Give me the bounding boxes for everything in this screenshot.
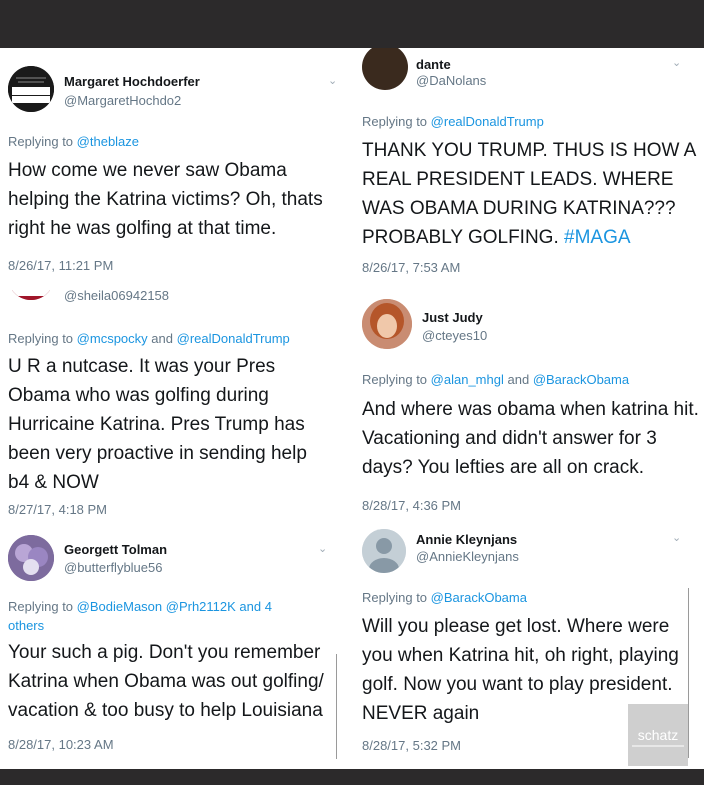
tweet-text: And where was obama when katrina hit. Va… xyxy=(362,399,699,478)
reply-mention-link[interactable]: @BarackObama xyxy=(431,590,527,605)
column-divider xyxy=(336,654,337,759)
avatar-image xyxy=(8,66,54,112)
reply-mention-link[interactable]: @mcspocky xyxy=(77,331,148,346)
chevron-down-icon[interactable]: ⌄ xyxy=(672,531,681,544)
tweet-timestamp[interactable]: 8/28/17, 10:23 AM xyxy=(8,737,114,752)
avatar[interactable] xyxy=(362,299,412,349)
tweet-text: U R a nutcase. It was your Pres Obama wh… xyxy=(8,356,307,493)
reply-mention-link[interactable]: @realDonaldTrump xyxy=(431,114,544,129)
tweet-timestamp[interactable]: 8/26/17, 7:53 AM xyxy=(362,260,460,275)
avatar[interactable] xyxy=(8,535,54,581)
tweet-card[interactable]: dante @DaNolans ⌄ Replying to @realDonal… xyxy=(352,48,704,288)
tweet-card[interactable]: Georgett Tolman @butterflyblue56 ⌄ Reply… xyxy=(0,530,350,769)
reply-context: Replying to @BodieMason @Prh2112K and 4 … xyxy=(8,597,308,635)
tweet-timestamp[interactable]: 8/28/17, 4:36 PM xyxy=(362,498,461,513)
reply-context: Replying to @theblaze xyxy=(8,132,338,151)
reply-prefix: Replying to xyxy=(362,590,428,605)
hashtag-link[interactable]: #MAGA xyxy=(564,227,631,248)
display-name[interactable]: Georgett Tolman xyxy=(64,542,167,557)
display-name[interactable]: Margaret Hochdoerfer xyxy=(64,74,200,89)
watermark-art: schatz xyxy=(628,704,688,766)
reply-mention-link[interactable]: @realDonaldTrump xyxy=(177,331,290,346)
reply-joiner: and xyxy=(151,331,173,346)
tweet-timestamp[interactable]: 8/26/17, 11:21 PM xyxy=(8,258,113,273)
tweet-text: How come we never saw Obama helping the … xyxy=(8,160,323,239)
user-handle[interactable]: @MargaretHochdo2 xyxy=(64,93,181,108)
reply-prefix: Replying to xyxy=(362,372,428,387)
user-handle[interactable]: @AnnieKleynjans xyxy=(416,549,519,564)
screenshot-collage: Margaret Hochdoerfer @MargaretHochdo2 ⌄ … xyxy=(0,48,704,769)
avatar-image xyxy=(362,299,412,349)
column-divider xyxy=(688,588,689,758)
tweet-card[interactable]: Just Judy @cteyes10 Replying to @alan_mh… xyxy=(352,288,704,526)
avatar[interactable] xyxy=(8,66,54,112)
watermark: schatz xyxy=(628,704,688,766)
chevron-down-icon[interactable]: ⌄ xyxy=(318,542,327,555)
tweet-timestamp[interactable]: 8/27/17, 4:18 PM xyxy=(8,502,107,517)
avatar[interactable] xyxy=(362,48,408,90)
tweet-text-content: THANK YOU TRUMP. THUS IS HOW A REAL PRES… xyxy=(362,140,696,248)
chevron-down-icon[interactable]: ⌄ xyxy=(328,74,337,87)
tweet-card[interactable]: Margaret Hochdoerfer @MargaretHochdo2 ⌄ … xyxy=(0,58,350,288)
reply-context: Replying to @realDonaldTrump xyxy=(362,112,692,131)
default-avatar-icon[interactable] xyxy=(362,529,406,573)
tweet-timestamp[interactable]: 8/28/17, 5:32 PM xyxy=(362,738,461,753)
display-name[interactable]: Annie Kleynjans xyxy=(416,532,517,547)
display-name[interactable]: dante xyxy=(416,57,451,72)
tweet-text: THANK YOU TRUMP. THUS IS HOW A REAL PRES… xyxy=(362,136,697,252)
watermark-text: schatz xyxy=(638,727,678,743)
reply-prefix: Replying to xyxy=(8,599,74,614)
reply-context: Replying to @BarackObama xyxy=(362,588,692,607)
user-handle[interactable]: @butterflyblue56 xyxy=(64,560,162,575)
avatar-image xyxy=(8,535,54,581)
user-handle[interactable]: @cteyes10 xyxy=(422,328,487,343)
reply-joiner: and xyxy=(507,372,530,387)
chevron-down-icon[interactable]: ⌄ xyxy=(672,56,681,69)
user-handle[interactable]: @sheila06942158 xyxy=(64,290,169,303)
reply-prefix: Replying to xyxy=(362,114,428,129)
reply-mention-link[interactable]: @alan_mhgl xyxy=(431,372,504,387)
avatar-image xyxy=(8,290,54,300)
reply-prefix: Replying to xyxy=(8,134,74,149)
avatar[interactable] xyxy=(8,290,54,300)
reply-mention-link[interactable]: @theblaze xyxy=(77,134,139,149)
tweet-card[interactable]: @sheila06942158 Replying to @mcspocky an… xyxy=(0,290,350,530)
display-name[interactable]: Just Judy xyxy=(422,310,483,325)
reply-mention-link[interactable]: @BarackObama xyxy=(533,372,629,387)
user-handle[interactable]: @DaNolans xyxy=(416,73,486,88)
reply-context: Replying to @alan_mhgl and @BarackObama xyxy=(362,370,702,389)
tweet-text: Your such a pig. Don't you remember Katr… xyxy=(8,642,324,721)
reply-prefix: Replying to xyxy=(8,331,74,346)
reply-context: Replying to @mcspocky and @realDonaldTru… xyxy=(8,329,343,348)
